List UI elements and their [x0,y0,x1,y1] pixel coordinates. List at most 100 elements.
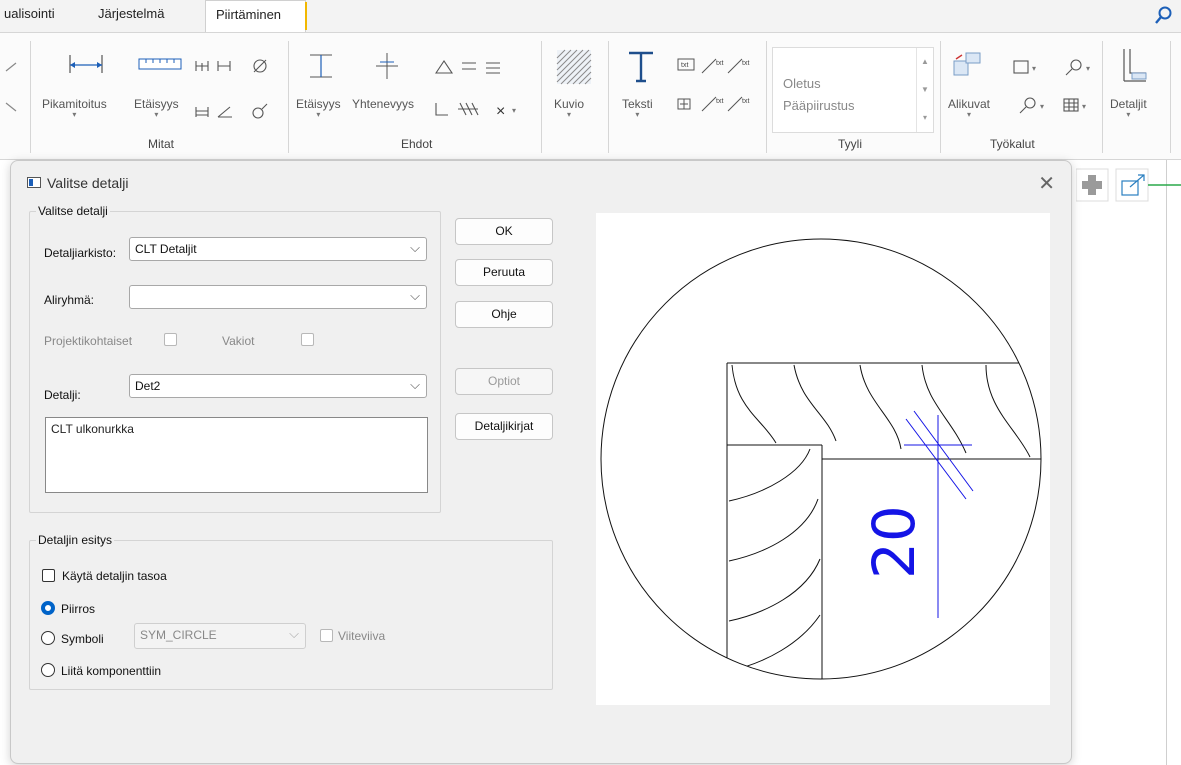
group-label-tyokalut: Työkalut [990,137,1035,151]
grain-curve [728,448,811,502]
teksti-button[interactable]: Teksti ▾ [622,97,653,119]
chevron-down-icon: ⌵ [410,288,420,303]
separator [766,41,767,153]
chevron-down-icon: ▾ [1126,110,1131,119]
symbol-select[interactable]: SYM_CIRCLE ⌵ [134,623,306,649]
svg-text:▾: ▾ [1032,64,1036,73]
radio-liita-label: Liitä komponenttiin [61,664,162,678]
tab-jarjestelma[interactable]: Järjestelmä [98,6,164,21]
etaisyys-mitat-button[interactable]: Etäisyys ▾ [134,97,179,119]
ruler-icon [138,58,182,70]
partial-tool-icon[interactable] [2,57,26,113]
window-icon [27,177,41,188]
detail-label: Detalji: [44,388,81,402]
use-detail-level-checkbox[interactable] [42,569,55,582]
etaisyys-ehdot-label: Etäisyys [296,97,341,111]
grain-curve [731,364,777,444]
leader-line-checkbox[interactable] [320,629,333,642]
help-button[interactable]: Ohje [455,301,553,328]
style-line-paapiirustus: Pääpiirustus [783,98,855,113]
detail-select[interactable]: Det2 ⌵ [129,374,427,398]
svg-text:▾: ▾ [1040,102,1044,111]
detail-preview-drawing: 20 [600,238,1042,680]
yhtenevyys-icon [376,53,398,79]
chevron-down-icon: ⌵ [410,377,420,392]
detail-libraries-button[interactable]: Detaljikirjat [455,413,553,440]
etaisyys-ehdot-button[interactable]: Etäisyys ▾ [296,97,341,119]
cancel-button[interactable]: Peruuta [455,259,553,286]
search-icon[interactable] [1153,4,1175,26]
chevron-down-icon: ⌵ [410,240,420,255]
pikamitoitus-button[interactable]: Pikamitoitus ▾ [42,97,107,119]
dialog-title: Valitse detalji [47,175,129,191]
project-specific-label: Projektikohtaiset [44,334,133,348]
hatch-pattern-icon [556,49,592,85]
valitse-detalji-legend: Valitse detalji [38,204,108,218]
pikamitoitus-label: Pikamitoitus [42,97,107,111]
yhtenevyys-label: Yhtenevyys [352,97,415,111]
text-tools-icons[interactable]: txt txt txt txt txt [676,55,760,115]
workspace-toolbar-icons[interactable] [1076,167,1181,207]
alikuvat-icon [953,52,981,76]
kuvio-button[interactable]: Kuvio ▾ [554,97,584,119]
radio-symboli[interactable] [41,631,55,645]
alikuvat-label: Alikuvat [948,97,991,111]
project-specific-checkbox[interactable] [164,333,177,346]
group-label-ehdot: Ehdot [401,137,433,151]
grain-curve [921,364,967,454]
separator [30,41,31,153]
etaisyys-mitat-label: Etäisyys [134,97,179,111]
separator [541,41,542,153]
expand-gallery-icon[interactable]: ▾ [917,104,933,132]
detaljin-esitys-legend: Detaljin esitys [38,533,113,547]
grain-curve [985,364,1031,458]
radio-piirros[interactable] [41,601,55,615]
detail-label-text: 20 [860,505,928,579]
detail-value: Det2 [135,379,161,393]
constants-checkbox[interactable] [301,333,314,346]
subgroup-label: Aliryhmä: [44,293,95,307]
grain-curve [859,364,902,450]
yhtenevyys-button[interactable]: Yhtenevyys [352,97,414,111]
archive-label: Detaljiarkisto: [44,246,117,260]
etaisyys-ehdot-icon [310,54,332,78]
dialog-titlebar[interactable]: Valitse detalji ✕ [11,161,1071,205]
constants-label: Vakiot [222,334,255,348]
tool-icons[interactable]: ▾ ▾ ▾ ▾ [1010,55,1096,119]
teksti-label: Teksti [622,97,653,111]
separator [608,41,609,153]
chevron-down-icon: ▾ [154,110,159,119]
detaljit-icon [1123,49,1147,82]
grain-curve [728,614,821,672]
close-icon[interactable]: ✕ [1038,171,1055,196]
archive-value: CLT Detaljit [135,242,197,256]
svg-text:txt: txt [681,62,688,69]
separator [1102,41,1103,153]
archive-select[interactable]: CLT Detaljit ⌵ [129,237,427,261]
grain-curve [793,364,837,442]
text-icon [629,51,653,83]
scroll-up-icon[interactable]: ▲ [917,48,933,76]
options-button[interactable]: Optiot [455,368,553,395]
detail-description-box[interactable]: CLT ulkonurkka [45,417,428,493]
style-selector[interactable]: Oletus Pääpiirustus ▲ ▼ ▾ [772,47,934,133]
chevron-down-icon: ▾ [635,110,640,119]
alikuvat-button[interactable]: Alikuvat ▾ [948,97,990,119]
ok-button[interactable]: OK [455,218,553,245]
grain-curve [728,498,819,562]
subgroup-select[interactable]: ⌵ [129,285,427,309]
scroll-down-icon[interactable]: ▼ [917,76,933,104]
tab-piirtaminen[interactable]: Piirtäminen [205,0,306,32]
tab-accent-bar [305,2,307,30]
tab-visualisointi[interactable]: ualisointi [4,6,55,21]
select-detail-dialog: Valitse detalji ✕ Valitse detalji Detalj… [10,160,1072,764]
constraint-tools-icons[interactable]: × ▾ [432,55,532,145]
chevron-down-icon: ▾ [567,110,572,119]
detaljit-button[interactable]: Detaljit ▾ [1110,97,1147,119]
detaljit-label: Detaljit [1110,97,1147,111]
dimension-tools-icons[interactable] [194,53,270,153]
radio-liita-komponenttiin[interactable] [41,663,55,677]
chevron-down-icon: ▾ [967,110,972,119]
style-scrollbar[interactable]: ▲ ▼ ▾ [916,48,933,132]
svg-text:txt: txt [716,60,723,67]
